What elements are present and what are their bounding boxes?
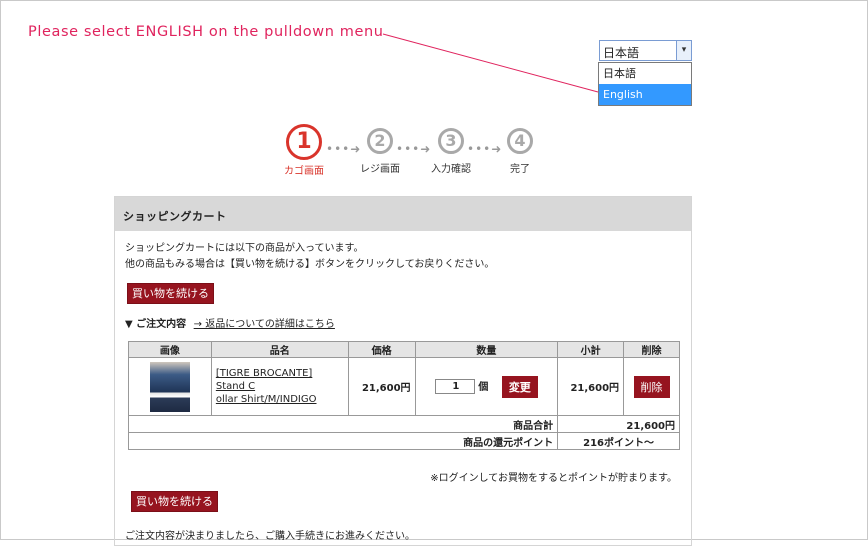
chevron-down-icon[interactable]: ▾ bbox=[676, 41, 691, 60]
product-name-cell: [TIGRE BROCANTE] Stand C ollar Shirt/M/I… bbox=[210, 357, 349, 416]
step-label: カゴ画面 bbox=[284, 166, 324, 177]
column-header: 削除 bbox=[623, 341, 680, 358]
quantity-cell: 1 個 変更 bbox=[414, 357, 559, 416]
column-header: 小計 bbox=[557, 341, 625, 358]
total-value: 21,600円 bbox=[557, 415, 680, 433]
product-image[interactable] bbox=[149, 361, 190, 412]
language-select-value: 日本語 bbox=[603, 46, 640, 60]
language-select[interactable]: 日本語 ▾ bbox=[599, 40, 692, 61]
language-option-english[interactable]: English bbox=[599, 84, 691, 105]
quantity-input[interactable]: 1 bbox=[434, 379, 475, 394]
step-4: 4 完了 bbox=[490, 128, 550, 175]
product-image-cell bbox=[128, 357, 212, 416]
step-number: 2 bbox=[367, 128, 393, 154]
step-label: 入力確認 bbox=[431, 164, 471, 175]
intro-line: ショッピングカートには以下の商品が入っています。 bbox=[125, 243, 364, 254]
language-option-japanese[interactable]: 日本語 bbox=[599, 63, 691, 84]
product-name-line: ollar Shirt/M/INDIGO bbox=[215, 394, 317, 405]
continue-shopping-button[interactable]: 買い物を続ける bbox=[127, 283, 214, 304]
login-point-note: ※ログインしてお買物をするとポイントが貯まります。 bbox=[430, 473, 677, 484]
step-number: 3 bbox=[438, 128, 464, 154]
total-row: 商品合計 21,600円 bbox=[127, 415, 680, 433]
cart-table: 画像 品名 価格 数量 小計 削除 [TIGRE BROCANTE] Stand… bbox=[127, 341, 680, 450]
points-row: 商品の還元ポイント 216ポイント～ bbox=[127, 432, 680, 450]
intro-line: 他の商品もみる場合は【買い物を続ける】ボタンをクリックしてお戻りください。 bbox=[125, 259, 495, 270]
order-title-text: ▼ ご注文内容 bbox=[125, 319, 187, 330]
step-label: レジ画面 bbox=[360, 164, 400, 175]
quantity-unit: 個 bbox=[478, 381, 489, 393]
shopping-cart-panel: ショッピングカート ショッピングカートには以下の商品が入っています。 他の商品も… bbox=[114, 196, 692, 546]
delete-cell: 削除 bbox=[623, 357, 680, 416]
delete-item-button[interactable]: 削除 bbox=[633, 375, 670, 398]
continue-shopping-button-2[interactable]: 買い物を続ける bbox=[131, 491, 218, 512]
panel-title: ショッピングカート bbox=[115, 197, 691, 231]
step-label: 完了 bbox=[510, 164, 530, 175]
cart-intro: ショッピングカートには以下の商品が入っています。 他の商品もみる場合は【買い物を… bbox=[125, 241, 494, 273]
language-dropdown-list: 日本語 English bbox=[598, 62, 692, 106]
table-row: [TIGRE BROCANTE] Stand C ollar Shirt/M/I… bbox=[128, 357, 680, 416]
column-header: 画像 bbox=[128, 341, 212, 358]
step-number: 1 bbox=[286, 124, 322, 160]
checkout-steps: 1 カゴ画面 •••➜ 2 レジ画面 •••➜ 3 入力確認 •••➜ 4 完了 bbox=[282, 124, 542, 184]
subtotal-cell: 21,600円 bbox=[557, 357, 625, 416]
total-label: 商品合計 bbox=[127, 415, 559, 433]
column-header: 数量 bbox=[414, 341, 559, 358]
product-name-line: [TIGRE BROCANTE] Stand C bbox=[215, 368, 313, 392]
order-section-title: ▼ ご注文内容 → 返品についての詳細はこちら bbox=[125, 315, 335, 330]
change-quantity-button[interactable]: 変更 bbox=[501, 375, 538, 398]
return-policy-link[interactable]: → 返品についての詳細はこちら bbox=[194, 319, 335, 330]
step-1: 1 カゴ画面 bbox=[274, 124, 334, 177]
column-header: 価格 bbox=[347, 341, 416, 358]
product-name-link[interactable]: [TIGRE BROCANTE] Stand C ollar Shirt/M/I… bbox=[216, 367, 344, 406]
step-number: 4 bbox=[507, 128, 533, 154]
points-value: 216ポイント～ bbox=[557, 432, 680, 450]
points-label: 商品の還元ポイント bbox=[127, 432, 559, 450]
price-cell: 21,600円 bbox=[347, 357, 416, 416]
table-header-row: 画像 品名 価格 数量 小計 削除 bbox=[128, 341, 680, 358]
column-header: 品名 bbox=[210, 341, 349, 358]
